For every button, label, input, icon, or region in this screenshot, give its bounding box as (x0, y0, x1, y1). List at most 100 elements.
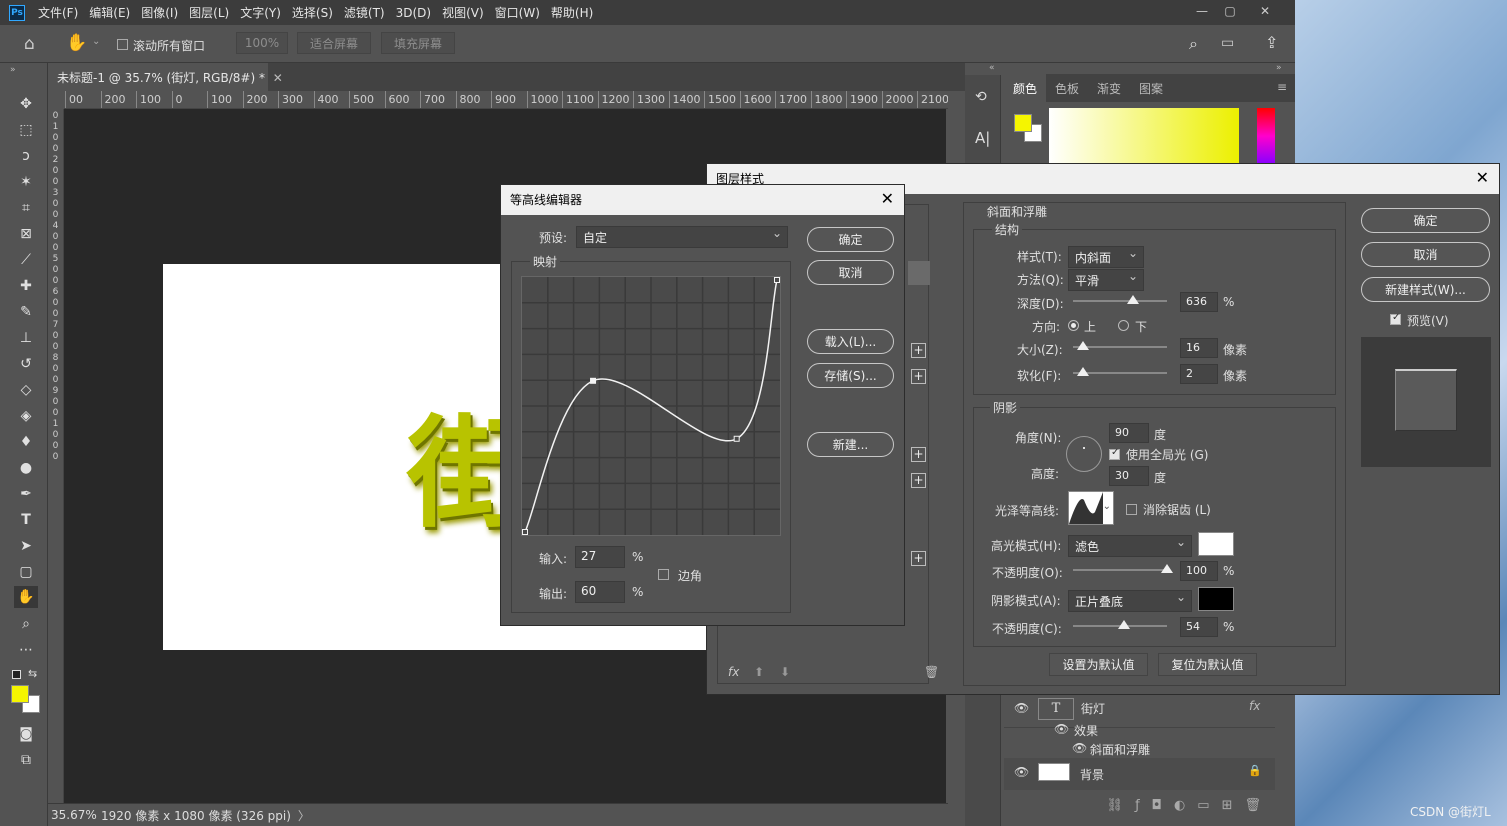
history-brush-tool-icon[interactable]: ↺ (14, 353, 38, 375)
corner-checkbox[interactable] (658, 569, 669, 580)
menu-filter[interactable]: 滤镜(T) (344, 4, 385, 21)
highlight-opacity-input[interactable]: 100 (1180, 561, 1218, 581)
tab-color[interactable]: 颜色 (1004, 74, 1047, 102)
maximize-icon[interactable]: ▢ (1213, 0, 1247, 22)
menu-edit[interactable]: 编辑(E) (89, 4, 130, 21)
adjustment-layer-icon[interactable]: ◐ (1174, 798, 1185, 820)
collapse-left-icon[interactable]: « (989, 63, 995, 73)
chevron-down-icon[interactable]: ⌄ (92, 36, 100, 47)
add-effect-icon[interactable]: + (911, 551, 926, 566)
add-effect-icon[interactable]: + (911, 343, 926, 358)
menu-select[interactable]: 选择(S) (292, 4, 333, 21)
character-panel-icon[interactable]: A| (975, 129, 990, 147)
add-effect-icon[interactable]: + (911, 473, 926, 488)
visibility-eye-icon[interactable]: 👁 (1014, 701, 1029, 715)
fit-screen-button[interactable]: 适合屏幕 (297, 32, 371, 54)
reset-default-button[interactable]: 复位为默认值 (1158, 653, 1257, 676)
brush-tool-icon[interactable]: ✎ (14, 301, 38, 323)
collapse-right-icon[interactable]: » (1276, 63, 1282, 73)
add-mask-icon[interactable]: ◘ (1152, 798, 1162, 820)
pen-tool-icon[interactable]: ✒ (14, 483, 38, 505)
soften-slider-thumb[interactable] (1077, 367, 1089, 376)
shadow-opacity-slider[interactable] (1073, 620, 1167, 629)
dodge-tool-icon[interactable]: ● (14, 457, 38, 479)
group-icon[interactable]: ▭ (1197, 798, 1209, 820)
angle-dial[interactable] (1066, 436, 1102, 472)
more-tools-icon[interactable]: ⋯ (14, 639, 38, 661)
fill-screen-button[interactable]: 填充屏幕 (381, 32, 455, 54)
trash-icon[interactable]: 🗑 (1244, 798, 1261, 820)
new-style-button[interactable]: 新建样式(W)... (1361, 277, 1490, 302)
document-tab[interactable]: 未标题-1 @ 35.7% (街灯, RGB/8#) * ✕ (48, 63, 283, 91)
visibility-eye-icon[interactable]: 👁 (1014, 765, 1029, 779)
layer-row-text[interactable]: 👁 T 街灯 fx (1004, 696, 1275, 728)
gloss-contour-picker[interactable]: ⌄ (1068, 491, 1114, 525)
color-field[interactable] (1049, 108, 1239, 164)
direction-up-radio[interactable] (1068, 320, 1079, 331)
size-input[interactable]: 16 (1180, 338, 1218, 358)
stamp-tool-icon[interactable]: ⊥ (14, 327, 38, 349)
contour-point[interactable] (590, 377, 597, 384)
technique-select[interactable]: 平滑 (1068, 269, 1144, 291)
contour-point[interactable] (733, 435, 740, 442)
lock-icon[interactable]: 🔒 (1248, 764, 1262, 777)
style-select[interactable]: 内斜面 (1068, 246, 1144, 268)
layer-style-close-icon[interactable]: ✕ (1476, 168, 1489, 187)
antialias-checkbox[interactable] (1126, 504, 1137, 515)
tab-swatches[interactable]: 色板 (1046, 74, 1088, 102)
move-tool-icon[interactable]: ✥ (14, 93, 38, 115)
preview-checkbox[interactable] (1390, 312, 1401, 325)
lasso-tool-icon[interactable]: ↄ (14, 145, 38, 167)
shadow-opacity-input[interactable]: 54 (1180, 617, 1218, 637)
soften-input[interactable]: 2 (1180, 364, 1218, 384)
move-up-icon[interactable]: ⬆ (754, 665, 764, 679)
tab-patterns[interactable]: 图案 (1130, 74, 1172, 102)
size-slider-thumb[interactable] (1077, 341, 1089, 350)
direction-down-radio[interactable] (1118, 320, 1129, 331)
contour-curve-svg[interactable] (522, 277, 780, 535)
highlight-opacity-thumb[interactable] (1161, 564, 1173, 573)
rectangle-tool-icon[interactable]: ▢ (14, 561, 38, 583)
home-icon[interactable]: ⌂ (24, 34, 35, 54)
input-value-field[interactable]: 27 (575, 546, 625, 568)
close-window-icon[interactable]: ✕ (1248, 0, 1282, 22)
depth-slider-thumb[interactable] (1127, 295, 1139, 304)
menu-window[interactable]: 窗口(W) (495, 4, 540, 21)
type-tool-icon[interactable]: T (14, 509, 38, 531)
contour-editor-close-icon[interactable]: ✕ (881, 189, 894, 208)
layer-style-ok-button[interactable]: 确定 (1361, 208, 1490, 233)
blur-tool-icon[interactable]: ♦ (14, 431, 38, 453)
screen-mode-icon[interactable]: ⧉ (14, 749, 38, 771)
magic-wand-tool-icon[interactable]: ✶ (14, 171, 38, 193)
angle-input[interactable]: 90 (1109, 423, 1149, 443)
paint-bucket-tool-icon[interactable]: ◈ (14, 405, 38, 427)
highlight-color-swatch[interactable] (1198, 532, 1234, 556)
quick-mask-icon[interactable]: ◙ (14, 723, 38, 745)
layer-row-background[interactable]: 👁 背景 🔒 (1004, 758, 1275, 790)
output-value-field[interactable]: 60 (575, 581, 625, 603)
bevel-eye-icon[interactable]: 👁 (1072, 741, 1087, 755)
hand-tool-icon[interactable]: ✋ (66, 33, 87, 53)
close-tab-icon[interactable]: ✕ (273, 71, 283, 85)
menu-3d[interactable]: 3D(D) (396, 6, 431, 20)
share-icon[interactable]: ⇪ (1265, 33, 1278, 52)
panel-menu-icon[interactable]: ≡ (1269, 74, 1295, 102)
zoom-tool-icon[interactable]: ⌕ (14, 613, 38, 635)
hue-slider[interactable] (1257, 108, 1275, 164)
history-panel-icon[interactable]: ⟲ (975, 89, 987, 105)
tab-gradients[interactable]: 渐变 (1088, 74, 1130, 102)
marquee-tool-icon[interactable]: ⬚ (14, 119, 38, 141)
default-colors-icon[interactable] (12, 670, 21, 679)
menu-image[interactable]: 图像(I) (141, 4, 178, 21)
shadow-color-swatch[interactable] (1198, 587, 1234, 611)
color-panel-fg-swatch[interactable] (1014, 114, 1032, 132)
add-effect-icon[interactable]: + (911, 447, 926, 462)
search-icon[interactable]: ⌕ (1189, 34, 1198, 54)
healing-brush-tool-icon[interactable]: ✚ (14, 275, 38, 297)
shadow-mode-select[interactable]: 正片叠底 (1068, 590, 1192, 612)
move-down-icon[interactable]: ⬇ (780, 665, 790, 679)
preset-select[interactable]: 自定 (576, 226, 788, 248)
hand-tool-icon[interactable]: ✋ (14, 586, 38, 608)
zoom-100-button[interactable]: 100% (236, 32, 288, 54)
effects-eye-icon[interactable]: 👁 (1054, 722, 1069, 736)
